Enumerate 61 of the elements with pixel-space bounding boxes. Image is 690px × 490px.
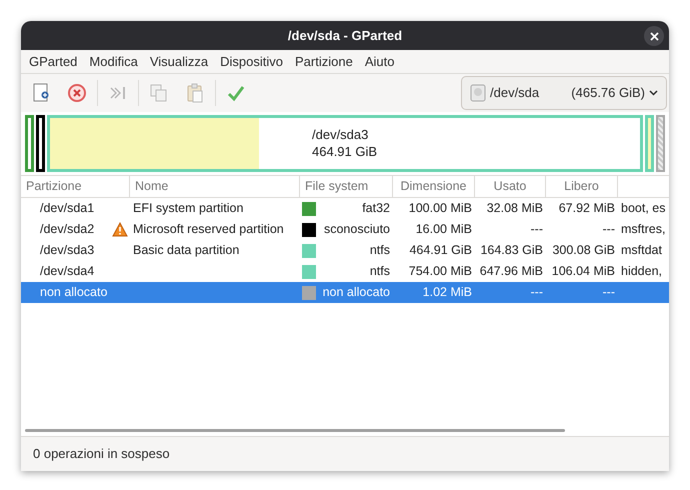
table-cell: 1.02 MiB (422, 285, 472, 300)
table-cell: EFI system partition (133, 201, 244, 216)
table-cell: 647.96 MiB (480, 264, 543, 278)
partition-segment[interactable]: /dev/sda3 464.91 GiB (47, 115, 643, 172)
partition-segment[interactable] (36, 115, 45, 172)
table-cell: --- (530, 285, 543, 300)
table-cell: --- (530, 222, 543, 236)
table-cell: msftdat (621, 243, 662, 258)
column-header[interactable]: Partizione (21, 176, 130, 197)
menu-item[interactable]: GParted (23, 50, 84, 73)
table-cell: 164.83 GiB (480, 243, 543, 258)
table-cell: 106.04 MiB (552, 264, 615, 278)
table-cell-text: sconosciuto (324, 221, 390, 238)
table-cell: Microsoft reserved partition (133, 222, 284, 236)
table-cell-text: non allocato (40, 284, 108, 302)
warning-icon (112, 222, 128, 237)
selected-row[interactable]: non allocato non allocato 1.02 MiB --- --- (21, 282, 669, 303)
partition-size: 464.91 GiB (312, 143, 378, 160)
menu-item[interactable]: Visualizza (144, 50, 214, 73)
menu-item[interactable]: Partizione (289, 50, 359, 73)
table-cell-text: /dev/sda4 (40, 263, 94, 280)
table-cell: hidden, (621, 264, 662, 278)
table-cell: 100.00 MiB (408, 201, 472, 216)
close-icon (650, 32, 658, 40)
table-cell: Basic data partition (133, 243, 240, 258)
partition-label: /dev/sda3 (312, 126, 370, 143)
table-cell-text: /dev/sda1 (40, 200, 94, 218)
column-header[interactable]: Dimensione (393, 176, 475, 197)
table-cell-text: fat32 (362, 200, 390, 218)
device-size: (465.76 GiB) (571, 84, 645, 102)
table-cell: 754.00 MiB (408, 264, 472, 278)
table-cell-text: /dev/sda2 (40, 221, 94, 238)
table-cell: 32.08 MiB (486, 201, 543, 216)
table-cell: msftres, (621, 222, 666, 236)
table-cell: boot, es (621, 201, 666, 216)
table-cell: 16.00 MiB (416, 222, 472, 236)
scrollbar[interactable] (25, 429, 565, 432)
table-cell: 300.08 GiB (552, 243, 615, 258)
menu-item[interactable]: Aiuto (358, 50, 400, 73)
window-title: /dev/sda - GParted (288, 26, 402, 45)
table-cell: 67.92 MiB (558, 201, 615, 216)
caret-icon (649, 90, 658, 96)
table-cell-text: ntfs (370, 263, 390, 280)
table-cell-text: /dev/sda3 (40, 242, 94, 260)
column-header[interactable]: Libero (546, 176, 618, 197)
column-header[interactable]: Usato (475, 176, 546, 197)
column-header[interactable]: Nome (130, 176, 300, 197)
close-button[interactable] (644, 26, 664, 46)
status-text: 0 operazioni in sospeso (33, 445, 170, 464)
table-cell: --- (602, 222, 615, 236)
table-cell: 464.91 GiB (409, 243, 472, 258)
table-cell-text: non allocato (322, 284, 390, 302)
menu-item[interactable]: Modifica (83, 50, 144, 73)
column-header[interactable]: File system (300, 176, 393, 197)
table-cell-text: ntfs (370, 242, 390, 260)
delete-icon (66, 82, 88, 104)
device-name: /dev/sda (490, 84, 540, 102)
unallocated-segment[interactable] (656, 115, 665, 172)
menu-item[interactable]: Dispositivo (214, 50, 289, 73)
device-selector[interactable]: /dev/sda (465.76 GiB) (461, 76, 667, 110)
table-cell: --- (602, 285, 615, 300)
